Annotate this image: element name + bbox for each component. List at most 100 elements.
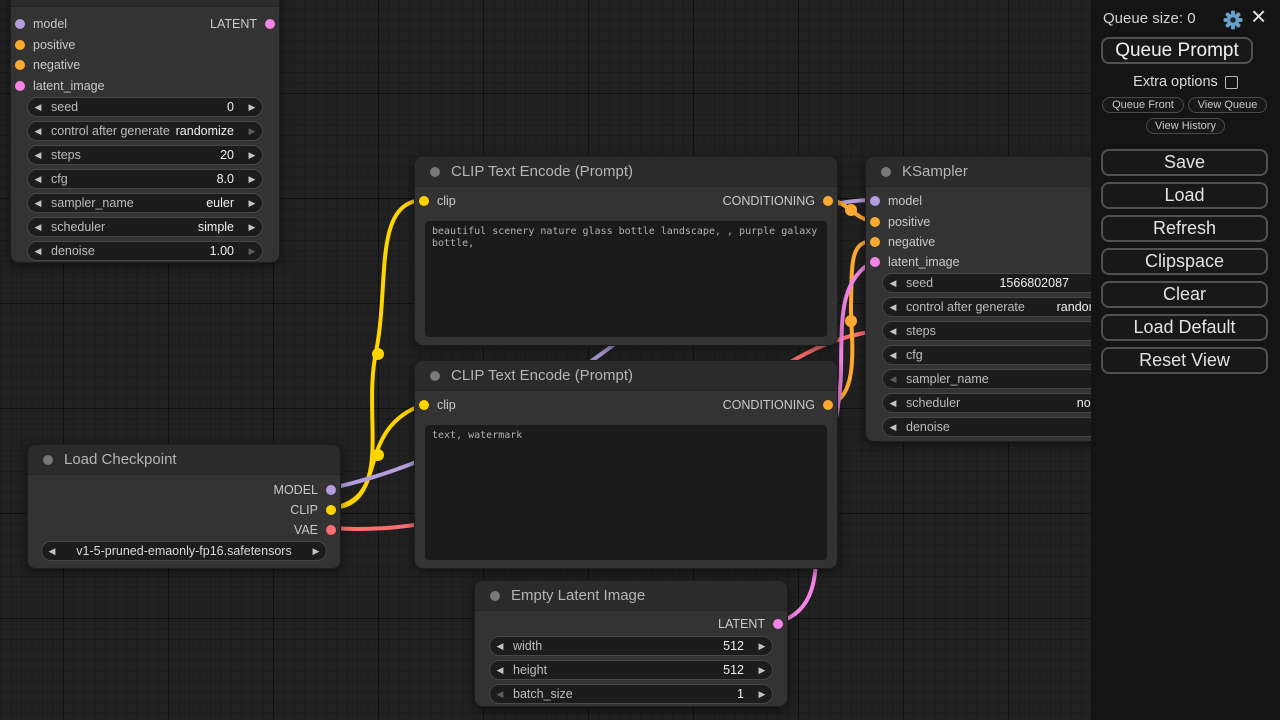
save-button[interactable]: Save [1101,149,1268,176]
widget-ckpt-name[interactable]: v1-5-pruned-emaonly-fp16.safetensors [41,541,327,561]
collapse-dot-icon[interactable] [490,591,500,601]
increment-arrow-icon[interactable] [242,242,262,260]
node-clip-text-encode-positive[interactable]: CLIP Text Encode (Prompt) clip CONDITION… [414,156,838,346]
widget-batch-size[interactable]: batch_size 1 [489,684,773,704]
link-dot [845,315,857,327]
decrement-arrow-icon[interactable] [883,346,903,364]
increment-arrow-icon[interactable] [242,194,262,212]
view-queue-button[interactable]: View Queue [1188,97,1267,113]
widget-steps[interactable]: steps 20 [27,145,263,165]
latent-port-icon[interactable] [870,257,880,267]
collapse-dot-icon[interactable] [430,371,440,381]
decrement-arrow-icon[interactable] [490,661,510,679]
widget-width[interactable]: width 512 [489,636,773,656]
increment-arrow-icon[interactable] [752,685,772,703]
node-title: Load Checkpoint [64,451,177,468]
queue-prompt-button[interactable]: Queue Prompt [1101,37,1253,64]
widget-denoise[interactable]: denoise 1.00 [27,241,263,261]
model-port-icon[interactable] [870,196,880,206]
node-canvas[interactable]: KSampler model positive negative latent_… [0,0,1280,720]
node-clip-text-encode-negative[interactable]: CLIP Text Encode (Prompt) clip CONDITION… [414,360,838,569]
decrement-arrow-icon[interactable] [28,218,48,236]
reset-view-button[interactable]: Reset View [1101,347,1268,374]
queue-front-button[interactable]: Queue Front [1102,97,1184,113]
decrement-arrow-icon[interactable] [28,98,48,116]
decrement-arrow-icon[interactable] [883,274,903,292]
increment-arrow-icon[interactable] [752,661,772,679]
increment-arrow-icon[interactable] [242,218,262,236]
collapse-dot-icon[interactable] [43,455,53,465]
increment-arrow-icon[interactable] [242,122,262,140]
conditioning-port-icon[interactable] [15,40,25,50]
prompt-textarea[interactable]: beautiful scenery nature glass bottle la… [425,221,827,337]
collapse-dot-icon[interactable] [430,167,440,177]
widget-control-after-generate[interactable]: control after generate randomize [27,121,263,141]
output-conditioning: CONDITIONING [723,191,833,211]
comfy-menu-panel: Queue size: 0 × Queue Prompt Extra optio… [1091,0,1280,720]
decrement-arrow-icon[interactable] [490,685,510,703]
increment-arrow-icon[interactable] [752,637,772,655]
refresh-button[interactable]: Refresh [1101,215,1268,242]
decrement-arrow-icon[interactable] [28,242,48,260]
decrement-arrow-icon[interactable] [883,418,903,436]
widget-scheduler[interactable]: scheduler simple [27,217,263,237]
decrement-arrow-icon[interactable] [28,122,48,140]
conditioning-port-icon[interactable] [870,217,880,227]
output-latent: LATENT [210,14,275,34]
clip-port-icon[interactable] [419,400,429,410]
input-model: model [870,191,922,211]
widget-height[interactable]: height 512 [489,660,773,680]
input-clip: clip [419,191,456,211]
conditioning-port-icon[interactable] [823,196,833,206]
widget-sampler-name[interactable]: sampler_name euler [27,193,263,213]
output-conditioning: CONDITIONING [723,395,833,415]
clipspace-button[interactable]: Clipspace [1101,248,1268,275]
vae-port-icon[interactable] [326,525,336,535]
decrement-arrow-icon[interactable] [28,170,48,188]
conditioning-port-icon[interactable] [15,60,25,70]
settings-gear-icon[interactable] [1223,10,1243,30]
load-default-button[interactable]: Load Default [1101,314,1268,341]
increment-arrow-icon[interactable] [242,170,262,188]
widget-cfg[interactable]: cfg 8.0 [27,169,263,189]
conditioning-port-icon[interactable] [823,400,833,410]
decrement-arrow-icon[interactable] [28,194,48,212]
increment-arrow-icon[interactable] [242,98,262,116]
decrement-arrow-icon[interactable] [883,370,903,388]
extra-options-checkbox[interactable] [1225,76,1238,89]
increment-arrow-icon[interactable] [306,542,326,560]
prompt-textarea[interactable]: text, watermark [425,425,827,560]
clip-port-icon[interactable] [419,196,429,206]
decrement-arrow-icon[interactable] [883,322,903,340]
latent-port-icon[interactable] [265,19,275,29]
latent-port-icon[interactable] [15,81,25,91]
load-button[interactable]: Load [1101,182,1268,209]
model-port-icon[interactable] [326,485,336,495]
link-dot [372,449,384,461]
latent-port-icon[interactable] [773,619,783,629]
decrement-arrow-icon[interactable] [42,542,62,560]
close-icon[interactable]: × [1251,1,1266,31]
decrement-arrow-icon[interactable] [883,298,903,316]
increment-arrow-icon[interactable] [242,146,262,164]
node-title: CLIP Text Encode (Prompt) [451,367,633,384]
decrement-arrow-icon[interactable] [28,146,48,164]
input-latent-image: latent_image [870,252,960,272]
node-load-checkpoint[interactable]: Load Checkpoint MODEL CLIP VAE v1-5-prun… [27,444,341,569]
collapse-dot-icon[interactable] [881,167,891,177]
widget-seed[interactable]: seed 0 [27,97,263,117]
decrement-arrow-icon[interactable] [490,637,510,655]
input-clip: clip [419,395,456,415]
input-model: model [15,14,67,34]
view-history-button[interactable]: View History [1146,118,1225,134]
clear-button[interactable]: Clear [1101,281,1268,308]
extra-options-label: Extra options [1133,74,1218,90]
node-ksampler-left[interactable]: KSampler model positive negative latent_… [10,0,280,263]
clip-port-icon[interactable] [326,505,336,515]
node-empty-latent-image[interactable]: Empty Latent Image LATENT width 512 heig… [474,580,788,707]
conditioning-port-icon[interactable] [870,237,880,247]
model-port-icon[interactable] [15,19,25,29]
node-title: Empty Latent Image [511,587,645,604]
node-title: KSampler [902,163,968,180]
decrement-arrow-icon[interactable] [883,394,903,412]
